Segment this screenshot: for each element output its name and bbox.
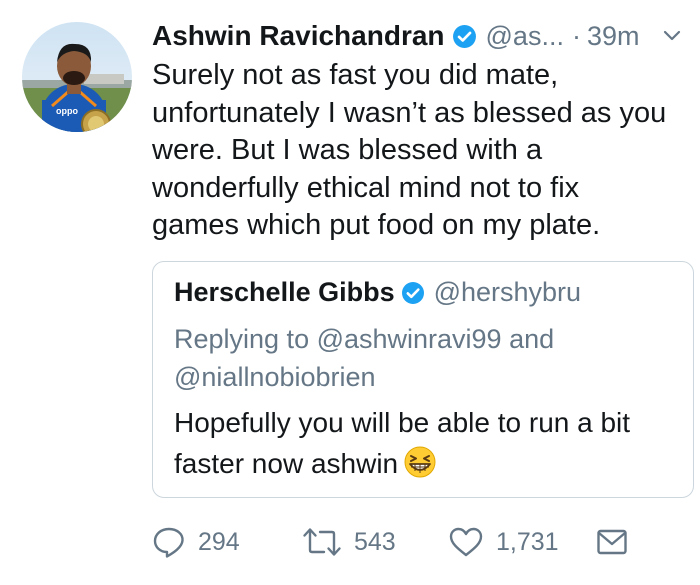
author-name[interactable]: Ashwin Ravichandran — [152, 20, 445, 52]
verified-badge-icon — [452, 24, 477, 49]
like-button[interactable]: 1,731 — [448, 520, 559, 564]
quoted-text-line-with-emoji: faster now ashwin — [174, 443, 684, 484]
quoted-tweet-card[interactable]: Herschelle Gibbs @hershybru Replying to … — [152, 261, 694, 498]
tweet-text-line: Surely not as fast you did mate, — [152, 59, 559, 91]
direct-message-button[interactable] — [596, 520, 628, 564]
quoted-author-handle: @hershybru — [433, 277, 582, 307]
tweet-text-line: unfortunately I wasn’t as blessed as you — [152, 96, 667, 129]
reply-bubble-icon — [152, 525, 186, 559]
tweet-text: Surely not as fast you did mate, unfortu… — [152, 57, 692, 245]
separator-dot: · — [571, 20, 581, 51]
envelope-icon — [596, 527, 628, 557]
tweet-text-line: were. But I was blessed with a — [152, 134, 543, 166]
svg-text:oppo: oppo — [56, 106, 78, 116]
quoted-tweet-text: Hopefully you will be able to run a bit … — [174, 402, 684, 484]
quoted-author-name: Herschelle Gibbs — [174, 277, 395, 307]
quoted-tweet-header: Herschelle Gibbs @hershybru — [174, 277, 581, 308]
tweet-text-line: games which put food on my plate. — [152, 209, 601, 241]
retweet-button[interactable]: 543 — [302, 520, 396, 564]
retweet-count: 543 — [354, 527, 396, 556]
tweet-action-bar: 294 543 1,731 — [152, 520, 682, 564]
chevron-down-icon[interactable] — [662, 26, 682, 46]
profile-photo: oppo — [22, 22, 132, 132]
quoted-text-line: Hopefully you will be able to run a bit — [174, 407, 631, 438]
reply-count: 294 — [198, 527, 240, 556]
replying-to-text: Replying to @ashwinravi99 and @niallnobi… — [174, 320, 674, 396]
reply-button[interactable]: 294 — [152, 520, 240, 564]
retweet-icon — [302, 525, 342, 559]
author-handle[interactable]: @as... — [486, 21, 564, 52]
quoted-text-line: faster now ashwin — [174, 448, 399, 479]
replying-to-line: @niallnobiobrien — [174, 362, 376, 392]
tweet-timestamp[interactable]: 39m — [587, 21, 640, 52]
grinning-squinting-face-emoji — [404, 446, 436, 478]
replying-to-line: Replying to @ashwinravi99 and — [174, 324, 555, 354]
verified-badge-icon — [401, 281, 425, 305]
heart-icon — [448, 525, 484, 559]
like-count: 1,731 — [496, 527, 559, 556]
tweet-text-line: wonderfully ethical mind not to fix — [152, 171, 580, 204]
tweet-header: Ashwin Ravichandran @as... · 39m — [152, 16, 692, 56]
author-avatar[interactable]: oppo — [22, 22, 132, 132]
